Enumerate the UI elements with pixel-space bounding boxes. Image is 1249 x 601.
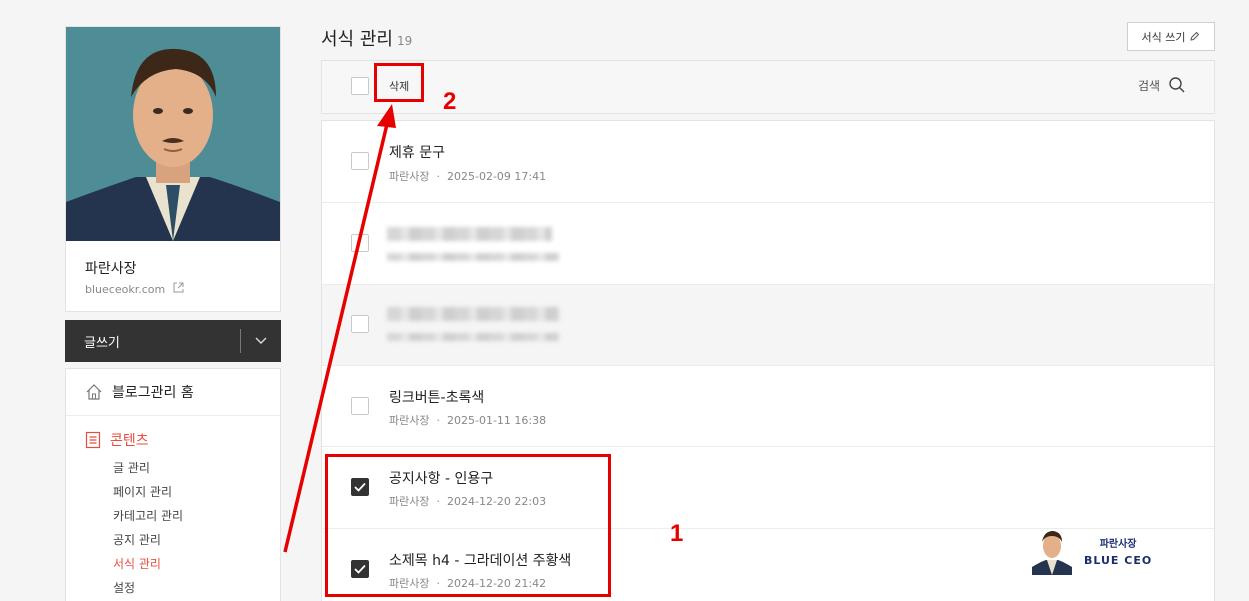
search-icon (1169, 77, 1185, 93)
list-item[interactable]: 제휴 문구 파란사장 · 2025-02-09 17:41 (322, 121, 1214, 203)
search-button[interactable]: 검색 (1138, 76, 1186, 94)
profile-card: 파란사장 blueceokr.com (65, 26, 281, 312)
brand-watermark: 파란사장 BLUE CEO (1028, 527, 1152, 575)
sidebar-item-templates[interactable]: 서식 관리 (66, 552, 280, 576)
sidebar-item-settings[interactable]: 설정 (66, 576, 280, 600)
select-all-checkbox[interactable] (351, 77, 369, 95)
write-post-button[interactable]: 글쓰기 (84, 332, 240, 351)
blurred-title (387, 307, 559, 321)
sidebar-item-categories[interactable]: 카테고리 관리 (66, 504, 280, 528)
list-item[interactable]: 링크버튼-초록색 파란사장 · 2025-01-11 16:38 (322, 366, 1214, 447)
pencil-icon (1190, 31, 1200, 41)
row-meta: 파란사장 · 2025-01-11 16:38 (389, 414, 547, 427)
annotation-box-delete (374, 63, 424, 102)
chevron-down-icon[interactable] (241, 337, 281, 345)
row-meta: 파란사장 · 2025-02-09 17:41 (389, 170, 547, 183)
row-author: 파란사장 (389, 414, 430, 427)
home-icon (86, 384, 102, 400)
row-date: 2025-02-09 17:41 (446, 170, 547, 183)
page-title-text: 서식 관리 (321, 29, 393, 50)
document-icon (85, 431, 101, 449)
row-date: 2025-01-11 16:38 (446, 414, 547, 427)
sidebar-item-pages[interactable]: 페이지 관리 (66, 480, 280, 504)
sidebar-home-label: 블로그관리 홈 (112, 385, 194, 401)
row-checkbox[interactable] (351, 152, 369, 170)
row-author: 파란사장 (389, 170, 430, 183)
blurred-meta (387, 333, 559, 341)
sidebar-sub-list: 글 관리 페이지 관리 카테고리 관리 공지 관리 서식 관리 설정 (66, 456, 280, 600)
annotation-number-1: 1 (670, 520, 684, 547)
list-item-blurred[interactable] (322, 285, 1214, 366)
brand-text: 파란사장 BLUE CEO (1084, 535, 1152, 567)
sidebar-item-notices[interactable]: 공지 관리 (66, 528, 280, 552)
sidebar-item-posts[interactable]: 글 관리 (66, 456, 280, 480)
profile-url-text: blueceokr.com (85, 283, 166, 296)
blog-admin-screen: 파란사장 blueceokr.com 글쓰기 블로그관리 홈 콘텐츠 글 관리 … (0, 0, 1249, 601)
sidebar-menu: 블로그관리 홈 콘텐츠 글 관리 페이지 관리 카테고리 관리 공지 관리 서식… (65, 368, 281, 601)
profile-url-link[interactable]: blueceokr.com (85, 282, 184, 296)
brand-avatar (1028, 527, 1076, 575)
row-checkbox[interactable] (351, 234, 369, 252)
annotation-box-selected-rows (325, 454, 611, 597)
search-label: 검색 (1138, 78, 1161, 93)
profile-name: 파란사장 (85, 261, 137, 277)
blurred-meta (387, 253, 559, 261)
sidebar-section-label: 콘텐츠 (110, 433, 149, 449)
row-checkbox[interactable] (351, 397, 369, 415)
profile-avatar (66, 27, 280, 241)
row-title[interactable]: 링크버튼-초록색 (389, 387, 484, 407)
write-template-label: 서식 쓰기 (1141, 30, 1186, 44)
brand-korean: 파란사장 (1099, 539, 1137, 550)
template-count: 19 (396, 34, 413, 48)
write-template-button[interactable]: 서식 쓰기 (1127, 22, 1215, 51)
annotation-number-2: 2 (443, 88, 457, 115)
row-title[interactable]: 제휴 문구 (389, 142, 445, 162)
blurred-title (387, 227, 552, 241)
page-title: 서식 관리 19 (321, 25, 412, 51)
list-item-blurred[interactable] (322, 203, 1214, 285)
brand-english: BLUE CEO (1084, 554, 1153, 567)
sidebar-section-content[interactable]: 콘텐츠 (66, 430, 280, 450)
write-post-bar: 글쓰기 (65, 320, 281, 362)
sidebar-item-home[interactable]: 블로그관리 홈 (66, 369, 280, 416)
row-checkbox[interactable] (351, 315, 369, 333)
external-link-icon (173, 282, 184, 296)
